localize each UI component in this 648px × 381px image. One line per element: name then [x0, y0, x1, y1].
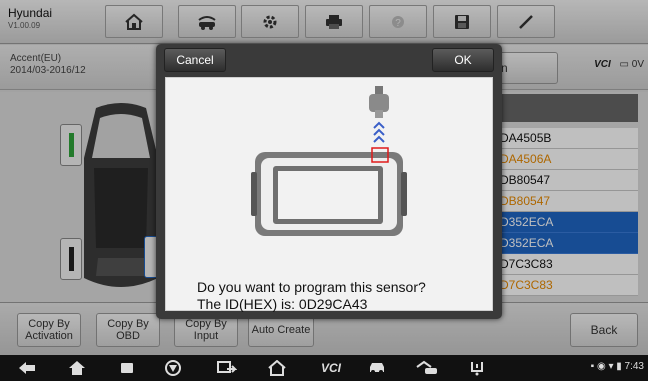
scan-tool-icon — [251, 152, 407, 236]
cancel-button[interactable]: Cancel — [164, 48, 226, 72]
status-clock: ▪ ◉ ▾ ▮ 7:43 — [591, 361, 644, 372]
nav-autel-home-button[interactable] — [266, 358, 288, 378]
garage-icon — [416, 360, 437, 374]
status-icons: ▪ ◉ ▾ ▮ — [590, 361, 625, 372]
recents-icon — [121, 363, 133, 373]
tool-sensor-illustration — [251, 86, 407, 236]
vci-icon: VCI — [320, 361, 341, 375]
car-icon — [370, 363, 384, 374]
screen: Hyundai V1.00.09 ? Accent(EU) 2014/03-20… — [0, 0, 648, 381]
nav-home-button[interactable] — [66, 358, 88, 378]
browser-icon — [165, 360, 181, 376]
nav-car-button[interactable] — [366, 358, 388, 378]
autel-home-icon — [268, 360, 286, 376]
nav-screen-mirror-button[interactable] — [216, 358, 238, 378]
nav-browser-button[interactable] — [162, 358, 184, 378]
chevron-up-icon — [373, 121, 385, 143]
tpms-sensor-icon — [369, 86, 389, 118]
dialog-body: Do you want to program this sensor? The … — [165, 77, 493, 313]
dialog-sensor-id: The ID(HEX) is: 0D29CA43 — [197, 296, 368, 312]
dialog-message: Do you want to program this sensor? The … — [197, 279, 426, 313]
nav-tpms-button[interactable] — [466, 358, 488, 378]
nav-recents-button[interactable] — [116, 358, 138, 378]
nav-vci-button[interactable]: VCI — [316, 358, 346, 378]
program-sensor-dialog: Cancel OK Do you want to program this se… — [156, 44, 502, 319]
ok-button[interactable]: OK — [432, 48, 494, 72]
nav-garage-button[interactable] — [416, 358, 438, 378]
clock-time: 7:43 — [624, 361, 644, 372]
dialog-question: Do you want to program this sensor? — [197, 279, 426, 295]
back-icon — [19, 362, 35, 374]
nav-back-button[interactable] — [16, 358, 38, 378]
screen-mirror-icon — [217, 361, 237, 373]
tpms-icon — [471, 362, 483, 376]
system-nav-bar: VCI ▪ ◉ ▾ ▮ 7:43 — [0, 355, 648, 381]
home-icon — [69, 361, 85, 375]
